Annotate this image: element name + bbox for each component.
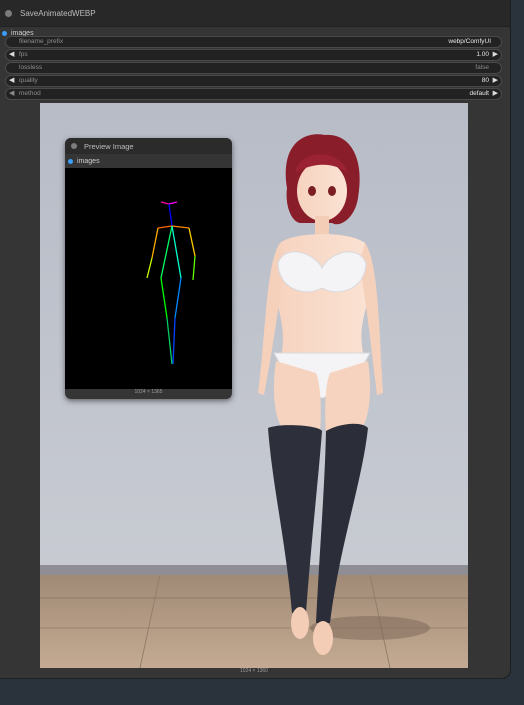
node-title: SaveAnimatedWEBP xyxy=(20,8,96,18)
widget-label: filename_prefix xyxy=(19,38,64,45)
widget-value: false xyxy=(475,64,489,71)
preview-images-input-slot[interactable]: images xyxy=(65,156,232,167)
node-collapse-dot-icon[interactable] xyxy=(71,143,77,149)
widget-label: lossless xyxy=(19,64,43,71)
preview-node-title: Preview Image xyxy=(84,141,134,151)
method-combo[interactable]: ◀ method default ▶ xyxy=(5,88,502,100)
widget-label: method xyxy=(19,90,41,97)
decrement-arrow-icon[interactable]: ◀ xyxy=(9,50,14,58)
lossless-toggle[interactable]: lossless false xyxy=(5,62,502,74)
image-dimensions-caption: 1024 × 1360 xyxy=(240,668,268,674)
filename-prefix-widget[interactable]: filename_prefix webp/ComfyUI xyxy=(5,36,502,48)
widget-label: quality xyxy=(19,77,38,84)
node-title-bar[interactable]: SaveAnimatedWEBP xyxy=(0,0,510,27)
openpose-skeleton-image xyxy=(146,201,196,365)
fps-widget[interactable]: ◀ fps 1.00 ▶ xyxy=(5,49,502,61)
node-collapse-dot-icon[interactable] xyxy=(5,9,12,17)
preview-node-title-bar[interactable]: Preview Image xyxy=(65,138,232,154)
preview-dimensions-caption: 1024 × 1365 xyxy=(134,389,163,395)
increment-arrow-icon[interactable]: ▶ xyxy=(493,89,498,97)
decrement-arrow-icon[interactable]: ◀ xyxy=(9,76,14,84)
pose-skeleton-preview[interactable] xyxy=(65,168,232,389)
input-slot-dot-icon[interactable] xyxy=(68,159,73,164)
widget-value: webp/ComfyUI xyxy=(448,38,491,45)
widget-label: fps xyxy=(19,51,28,58)
increment-arrow-icon[interactable]: ▶ xyxy=(493,50,498,58)
increment-arrow-icon[interactable]: ▶ xyxy=(493,76,498,84)
widget-value: default xyxy=(469,90,489,97)
widget-value: 80 xyxy=(481,77,489,84)
widget-value: 1.00 xyxy=(476,51,489,58)
decrement-arrow-icon[interactable]: ◀ xyxy=(9,89,14,97)
quality-widget[interactable]: ◀ quality 80 ▶ xyxy=(5,75,502,87)
input-slot-dot-icon[interactable] xyxy=(2,31,7,36)
preview-image-node[interactable]: Preview Image images 1024 × 1365 xyxy=(65,138,232,399)
images-input-label: images xyxy=(77,158,100,165)
